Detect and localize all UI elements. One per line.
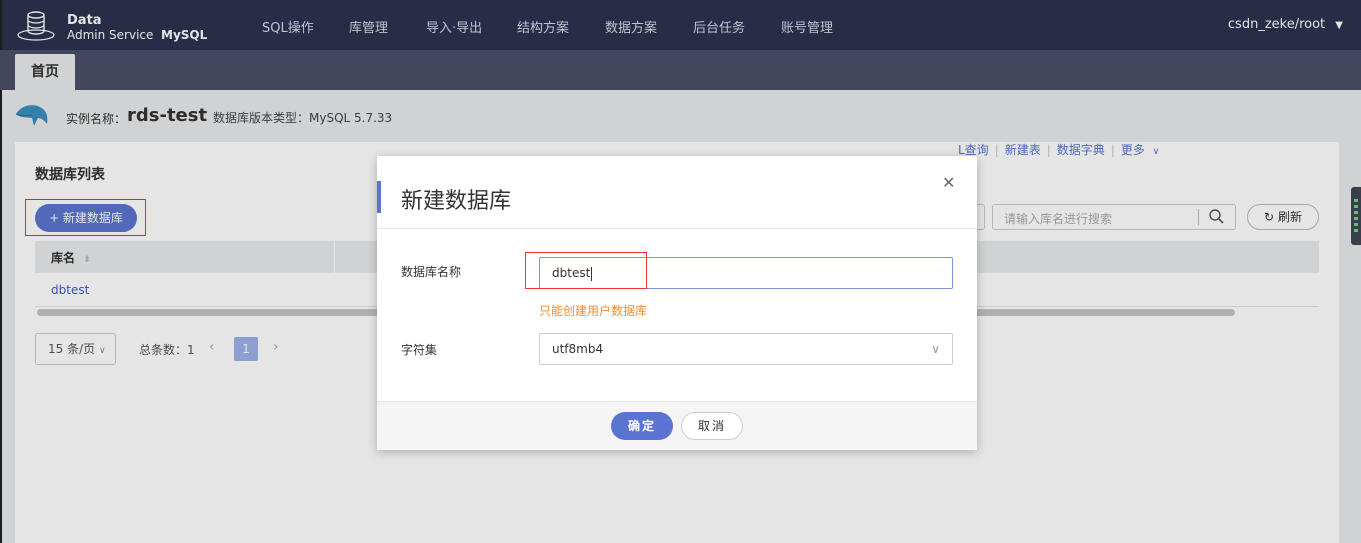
action-data-dictionary[interactable]: 数据字典 xyxy=(1057,143,1105,157)
action-divider: | xyxy=(1110,143,1115,157)
row-actions: L查询 | 新建表 | 数据字典 | 更多 ∨ xyxy=(958,141,1159,158)
highlight-box xyxy=(525,252,647,289)
action-divider: | xyxy=(994,143,999,157)
dialog-title: 新建数据库 xyxy=(401,189,512,214)
charset-label: 字符集 xyxy=(401,343,438,357)
confirm-button[interactable]: 确定 xyxy=(611,412,673,440)
db-name-label: 数据库名称 xyxy=(401,265,462,279)
side-widget[interactable] xyxy=(1351,187,1361,245)
new-database-dialog: 新建数据库 ✕ 数据库名称 dbtest 只能创建用户数据库 字符集 utf8m… xyxy=(377,156,977,450)
action-divider: | xyxy=(1046,143,1051,157)
db-name-hint: 只能创建用户数据库 xyxy=(539,304,648,318)
action-sql-query[interactable]: L查询 xyxy=(958,143,989,157)
charset-value: utf8mb4 xyxy=(552,342,604,356)
action-new-table[interactable]: 新建表 xyxy=(1005,143,1041,157)
chevron-down-icon[interactable]: ∨ xyxy=(1153,147,1160,157)
title-accent-bar xyxy=(377,181,381,213)
chevron-down-icon: ∨ xyxy=(931,342,940,356)
dialog-footer: 确定 取消 xyxy=(377,401,977,450)
action-more[interactable]: 更多 xyxy=(1121,143,1145,157)
charset-select[interactable]: utf8mb4 ∨ xyxy=(539,333,953,365)
cancel-button[interactable]: 取消 xyxy=(681,412,743,440)
close-icon[interactable]: ✕ xyxy=(942,173,955,192)
divider xyxy=(377,228,977,229)
